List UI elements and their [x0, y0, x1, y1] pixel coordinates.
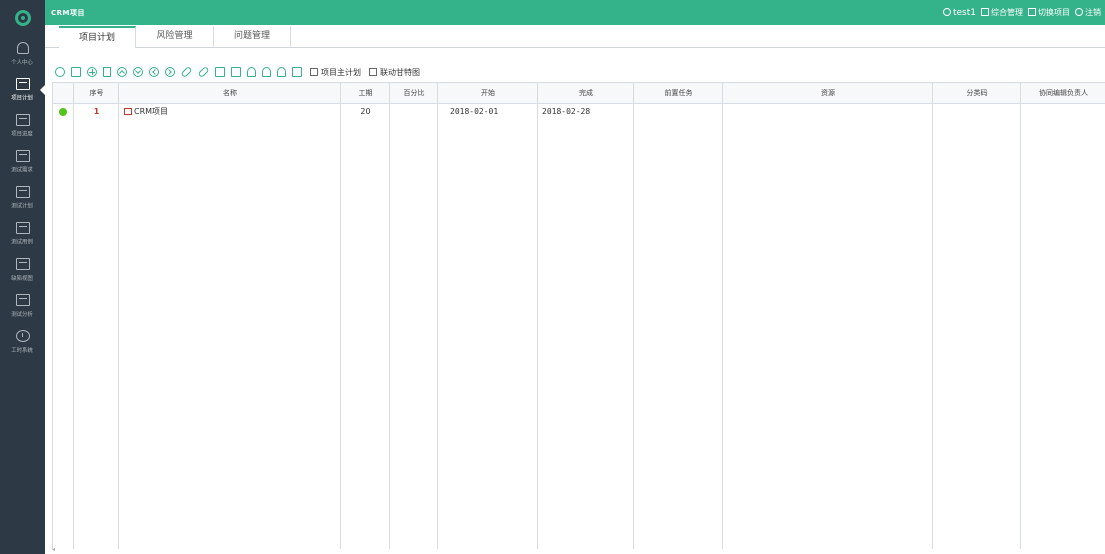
sidebar-item-test-cases[interactable]: 测试用例 — [0, 216, 45, 252]
header-finish[interactable]: 完成 — [538, 83, 634, 103]
logout-link[interactable]: 注销 — [1075, 7, 1101, 18]
sidebar-item-defect-view[interactable]: 缺陷视图 — [0, 252, 45, 288]
sidebar-item-project-progress[interactable]: 项目进度 — [0, 108, 45, 144]
tab-issue-management[interactable]: 问题管理 — [214, 26, 291, 47]
header-percent[interactable]: 百分比 — [390, 83, 438, 103]
header-owner[interactable]: 协同编辑负责人 — [1021, 83, 1105, 103]
sidebar-item-test-plan[interactable]: 测试计划 — [0, 180, 45, 216]
admin-link[interactable]: 综合管理 — [981, 7, 1023, 18]
row-percent[interactable] — [390, 104, 438, 120]
assign-user-icon[interactable] — [247, 67, 256, 77]
plan-icon — [15, 78, 30, 90]
admin-icon — [981, 8, 989, 16]
analysis-icon — [15, 294, 30, 306]
defect-view-icon — [15, 258, 30, 270]
clock-icon — [15, 330, 30, 342]
row-start[interactable]: 2018-02-01 — [450, 104, 538, 120]
import-icon[interactable] — [215, 67, 225, 77]
top-bar: CRM项目 test1 综合管理 切换项目 注销 — [45, 0, 1105, 25]
tab-bar: 项目计划 风险管理 问题管理 — [45, 25, 1105, 48]
row-code[interactable] — [933, 104, 1021, 120]
header-start[interactable]: 开始 — [438, 83, 538, 103]
header-duration[interactable]: 工期 — [341, 83, 390, 103]
toolbar: 项目主计划 联动甘特图 — [45, 63, 420, 81]
tab-spacer — [45, 26, 59, 47]
move-down-icon[interactable] — [133, 67, 143, 77]
row-name[interactable]: CRM项目 — [124, 104, 339, 120]
header-resource[interactable]: 资源 — [723, 83, 933, 103]
outdent-icon[interactable] — [149, 67, 159, 77]
row-resource[interactable] — [723, 104, 933, 120]
sidebar-item-test-analysis[interactable]: 测试分析 — [0, 288, 45, 324]
grid-column-duration — [341, 83, 390, 549]
row-duration[interactable]: 20 — [341, 104, 390, 120]
indent-icon[interactable] — [165, 67, 175, 77]
task-icon — [124, 108, 132, 115]
folder-icon[interactable] — [231, 67, 241, 77]
logo-icon — [14, 10, 31, 26]
test-plan-icon — [15, 186, 30, 198]
grid-column-finish — [538, 83, 634, 549]
requirement-icon — [15, 150, 30, 162]
sidebar-item-project-plan[interactable]: 项目计划 — [0, 72, 45, 108]
gantt-link-checkbox[interactable]: 联动甘特图 — [369, 67, 420, 78]
team-icon[interactable] — [277, 67, 286, 77]
user-menu[interactable]: test1 — [942, 7, 976, 18]
test-case-icon — [15, 222, 30, 234]
grid-column-start — [438, 83, 538, 549]
grid-column-resource — [723, 83, 933, 549]
header-code[interactable]: 分类码 — [933, 83, 1021, 103]
checkbox-box[interactable] — [310, 68, 318, 76]
app-title: CRM项目 — [51, 8, 85, 17]
top-right-menu: test1 综合管理 切换项目 注销 — [942, 7, 1105, 18]
app-logo[interactable] — [0, 0, 45, 36]
grid-column-name — [119, 83, 341, 549]
unlink-icon[interactable] — [197, 65, 210, 79]
assign-resource-icon[interactable] — [262, 67, 271, 77]
row-index[interactable]: 1 — [74, 104, 119, 120]
master-plan-checkbox[interactable]: 项目主计划 — [310, 67, 361, 78]
sidebar-item-personal-center[interactable]: 个人中心 — [0, 36, 45, 72]
header-name[interactable]: 名称 — [119, 83, 341, 103]
move-up-icon[interactable] — [117, 67, 127, 77]
tab-project-plan[interactable]: 项目计划 — [59, 26, 136, 48]
grid-column-owner — [1021, 83, 1105, 549]
link-icon[interactable] — [180, 65, 193, 79]
grid-column-predecessor — [634, 83, 723, 549]
row-owner[interactable] — [1021, 104, 1105, 120]
sidebar-item-time-system[interactable]: 工时系统 — [0, 324, 45, 360]
row-predecessor[interactable] — [634, 104, 723, 120]
scroll-left-icon[interactable]: ◂ — [52, 546, 57, 553]
refresh-icon[interactable] — [55, 67, 65, 77]
sidebar-item-test-requirements[interactable]: 测试需求 — [0, 144, 45, 180]
progress-icon — [15, 114, 30, 126]
status-dot — [59, 108, 67, 116]
power-icon — [1075, 8, 1083, 16]
export-icon[interactable] — [71, 67, 81, 77]
delete-icon[interactable] — [103, 67, 111, 77]
switch-project-link[interactable]: 切换项目 — [1028, 7, 1070, 18]
grid-column-status — [53, 83, 74, 549]
header-index[interactable]: 序号 — [74, 83, 119, 103]
tab-risk-management[interactable]: 风险管理 — [136, 26, 214, 47]
user-icon — [16, 42, 29, 54]
grid-column-code — [933, 83, 1021, 549]
task-grid: 序号 名称 工期 百分比 开始 完成 前置任务 资源 分类码 协同编辑负责人 1… — [52, 82, 1105, 549]
switch-icon — [1028, 8, 1036, 16]
row-finish[interactable]: 2018-02-28 — [542, 104, 632, 120]
header-predecessor[interactable]: 前置任务 — [634, 83, 723, 103]
grid-column-index — [74, 83, 119, 549]
user-icon — [942, 7, 951, 16]
grid-column-percent — [390, 83, 438, 549]
checkbox-box[interactable] — [369, 68, 377, 76]
calendar-icon[interactable] — [292, 67, 302, 77]
add-icon[interactable] — [87, 67, 97, 77]
left-sidebar: 个人中心 项目计划 项目进度 测试需求 测试计划 测试用例 缺陷视图 测试分析 … — [0, 0, 45, 554]
